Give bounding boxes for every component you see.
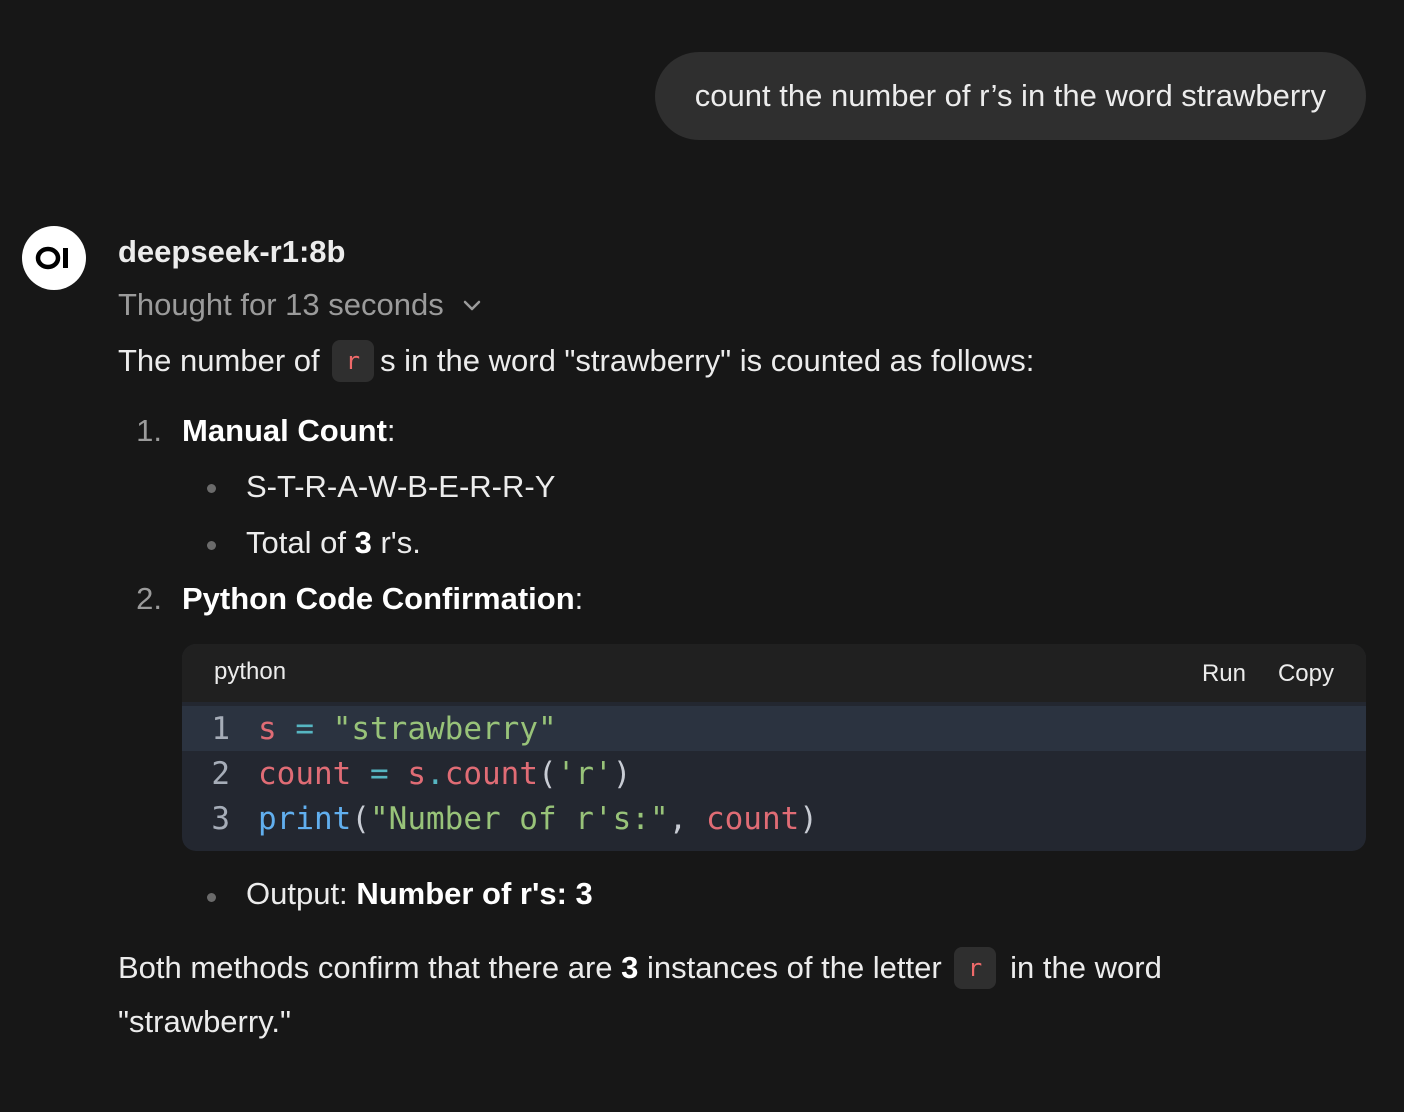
line-number: 1 — [211, 710, 230, 747]
code-language: python — [214, 658, 287, 685]
conclusion-word: "strawberry." — [118, 1004, 292, 1039]
user-message-text: count the number of r’s in the word stra… — [694, 78, 1326, 113]
intro-paragraph: The number of r s in the word "strawberr… — [118, 340, 1034, 382]
code-header: python Run Copy — [182, 644, 1366, 702]
code-line: 2 count = s.count('r') — [182, 751, 1366, 796]
line-number: 3 — [211, 800, 230, 837]
list-number: 2. — [136, 581, 162, 616]
list-item-python-confirmation: 2. Python Code Confirmation: — [114, 581, 583, 617]
code-line: 1 s = "strawberry" — [182, 706, 1366, 751]
output-label: Output: — [246, 876, 348, 911]
code-block: python Run Copy 1 s = "strawberry" 2 cou… — [182, 644, 1366, 851]
list-item-title: Manual Count — [182, 413, 387, 448]
total-text-before: Total of — [246, 525, 346, 560]
conclusion-text-mid: instances of the letter — [647, 950, 942, 985]
conclusion-line-1: Both methods confirm that there are 3 in… — [118, 947, 1162, 989]
bullet-dot — [207, 484, 216, 493]
total-count: 3 — [354, 525, 372, 560]
bullet-output: Output: Number of r's: 3 — [246, 876, 593, 912]
model-avatar — [22, 226, 86, 290]
conclusion-text-before: Both methods confirm that there are — [118, 950, 613, 985]
openwebui-logo — [35, 246, 68, 270]
intro-text-after: s in the word "strawberry" is counted as… — [380, 343, 1035, 378]
line-number: 2 — [211, 755, 230, 792]
conclusion-count: 3 — [621, 950, 639, 985]
code-editor[interactable]: 1 s = "strawberry" 2 count = s.count('r'… — [182, 702, 1366, 851]
inline-code-r: r — [331, 340, 375, 382]
list-item-colon: : — [574, 581, 584, 616]
code-line: 3 print("Number of r's:", count) — [182, 796, 1366, 841]
code-line-2: count = s.count('r') — [258, 755, 632, 792]
bullet-dot — [207, 541, 216, 550]
list-item-colon: : — [386, 413, 396, 448]
list-item-manual-count: 1. Manual Count: — [114, 413, 396, 449]
user-message-bubble: count the number of r’s in the word stra… — [654, 52, 1366, 140]
bullet-dot — [207, 893, 216, 902]
run-button[interactable]: Run — [1202, 660, 1246, 688]
bullet-total: Total of 3 r's. — [246, 525, 421, 561]
model-name: deepseek-r1:8b — [118, 234, 346, 269]
code-line-1: s = "strawberry" — [258, 710, 557, 747]
bullet-letters: S-T-R-A-W-B-E-R-R-Y — [246, 469, 555, 505]
conclusion-line-2: "strawberry." — [118, 1004, 291, 1040]
chevron-down-icon — [463, 300, 480, 311]
intro-text-before: The number of — [118, 343, 320, 378]
letters-text: S-T-R-A-W-B-E-R-R-Y — [246, 469, 556, 504]
total-text-after: r's. — [380, 525, 421, 560]
inline-code-r: r — [953, 947, 997, 989]
thought-label: Thought for 13 seconds — [118, 287, 444, 322]
copy-button[interactable]: Copy — [1278, 660, 1334, 688]
conclusion-text-after: in the word — [1010, 950, 1162, 985]
code-line-3: print("Number of r's:", count) — [258, 800, 818, 837]
output-value: Number of r's: 3 — [356, 876, 593, 911]
thought-toggle[interactable]: Thought for 13 seconds — [118, 287, 484, 323]
list-item-title: Python Code Confirmation — [182, 581, 575, 616]
list-number: 1. — [136, 413, 162, 448]
